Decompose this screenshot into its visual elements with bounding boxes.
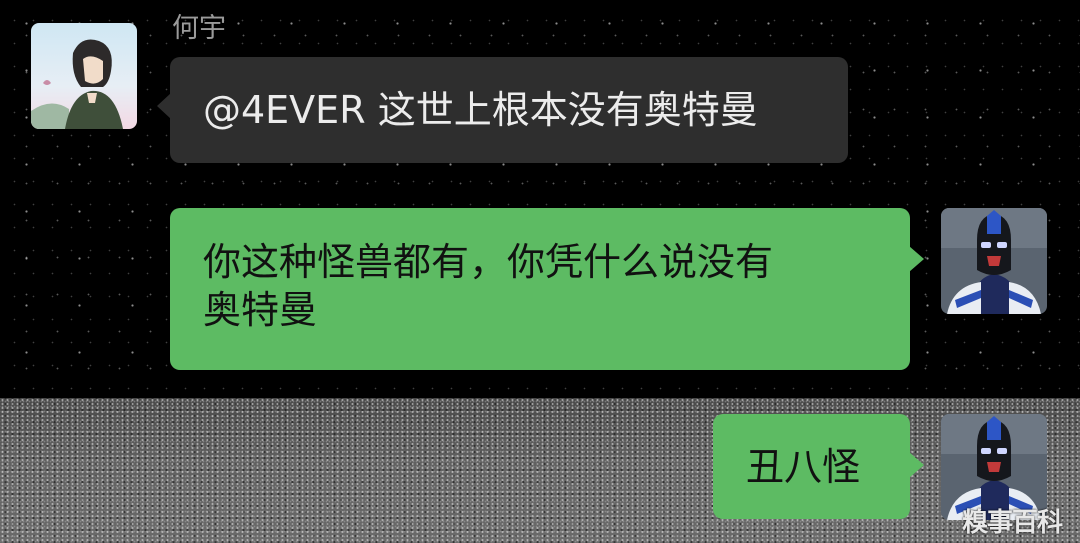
message-text: 这世上根本没有奥特曼	[377, 88, 758, 132]
anime-girl-avatar-icon	[31, 23, 137, 129]
watermark: 糗事百科	[961, 508, 1063, 538]
message-text-line-1: 你这种怪兽都有，你凭什么说没有	[203, 240, 774, 284]
message-bubble-outgoing[interactable]: 你这种怪兽都有，你凭什么说没有 奥特曼	[170, 208, 924, 370]
own-avatar[interactable]	[941, 208, 1047, 314]
chat-screen: 何宇 @4EVER 这世上根本没有奥特曼 你这种怪兽都有，你凭什么说没有 奥特曼…	[0, 0, 1080, 543]
message-bubble-incoming[interactable]: @4EVER 这世上根本没有奥特曼	[157, 57, 848, 163]
masked-hero-avatar-icon	[941, 208, 1047, 314]
sender-name: 何宇	[172, 13, 226, 44]
message-bubble-outgoing[interactable]: 丑八怪	[713, 414, 924, 519]
message-text-line-2: 奥特曼	[203, 288, 318, 332]
message-text: 丑八怪	[746, 445, 861, 489]
sender-avatar-heyu[interactable]	[31, 23, 137, 129]
mention-tag[interactable]: @4EVER	[203, 88, 366, 132]
